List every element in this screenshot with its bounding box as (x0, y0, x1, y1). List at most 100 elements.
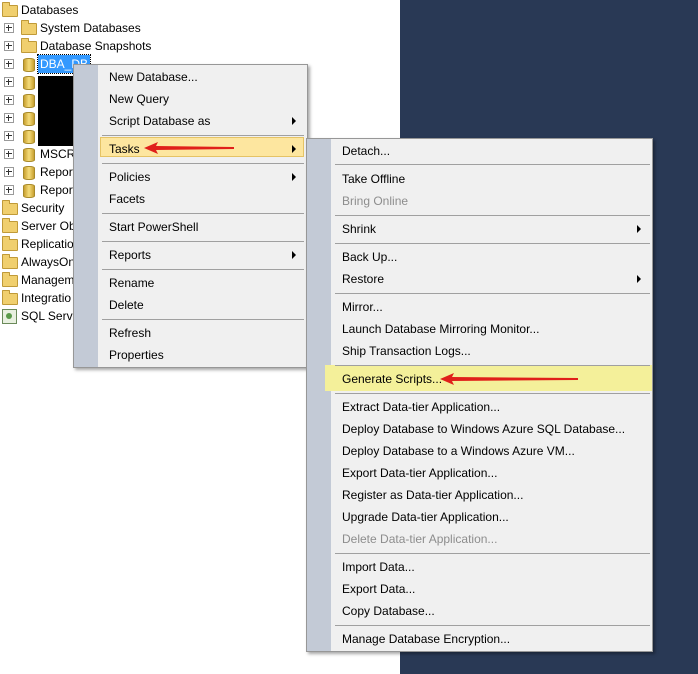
database-icon (23, 76, 35, 90)
menu-item-rename[interactable]: Rename (109, 273, 299, 293)
folder-icon (2, 290, 18, 305)
submenu-arrow-icon (292, 145, 296, 153)
menu-label: Facets (109, 192, 146, 206)
submenu-arrow-icon (637, 225, 641, 233)
menu-item-restore[interactable]: Restore (342, 269, 642, 289)
folder-icon (2, 2, 18, 17)
expand-icon[interactable] (4, 23, 14, 33)
menu-item-delete-data-tier: Delete Data-tier Application... (342, 529, 642, 549)
expand-icon[interactable] (4, 185, 14, 195)
tree-label: System Databases (40, 21, 141, 35)
menu-item-export-data[interactable]: Export Data... (342, 579, 642, 599)
expand-icon[interactable] (4, 41, 14, 51)
expand-icon[interactable] (4, 167, 14, 177)
menu-item-copy-database[interactable]: Copy Database... (342, 601, 642, 621)
menu-separator (335, 393, 650, 394)
tree-label: Databases (21, 3, 79, 17)
folder-icon (2, 236, 18, 251)
tree-label: Report (40, 165, 77, 179)
menu-item-properties[interactable]: Properties (109, 345, 299, 365)
menu-item-back-up[interactable]: Back Up... (342, 247, 642, 267)
menu-item-import-data[interactable]: Import Data... (342, 557, 642, 577)
menu-label: Extract Data-tier Application... (342, 400, 501, 414)
menu-label: Shrink (342, 222, 377, 236)
menu-item-new-query[interactable]: New Query (109, 89, 299, 109)
redacted-block (38, 76, 78, 146)
menu-label: Manage Database Encryption... (342, 632, 511, 646)
menu-item-detach[interactable]: Detach... (342, 141, 642, 161)
expand-icon[interactable] (4, 131, 14, 141)
menu-label: Refresh (109, 326, 152, 340)
menu-separator (335, 215, 650, 216)
menu-label: Back Up... (342, 250, 398, 264)
database-icon (23, 94, 35, 108)
menu-separator (102, 319, 304, 320)
menu-label: Deploy Database to Windows Azure SQL Dat… (342, 422, 626, 436)
menu-label: Import Data... (342, 560, 415, 574)
folder-icon (21, 38, 37, 53)
tree-label: AlwaysOn (21, 255, 76, 269)
menu-gutter (74, 65, 98, 367)
menu-item-new-database[interactable]: New Database... (109, 67, 299, 87)
menu-item-launch-mirroring-monitor[interactable]: Launch Database Mirroring Monitor... (342, 319, 642, 339)
tree-label: Integratio (21, 291, 72, 305)
menu-item-register-data-tier[interactable]: Register as Data-tier Application... (342, 485, 642, 505)
menu-label: Register as Data-tier Application... (342, 488, 524, 502)
menu-label: Take Offline (342, 172, 406, 186)
database-icon (23, 148, 35, 162)
menu-separator (335, 164, 650, 165)
tree-label: Server Obj (21, 219, 79, 233)
menu-item-take-offline[interactable]: Take Offline (342, 169, 642, 189)
menu-label: Delete (109, 298, 144, 312)
expand-icon[interactable] (4, 149, 14, 159)
menu-label: Delete Data-tier Application... (342, 532, 498, 546)
menu-label: Rename (109, 276, 155, 290)
menu-label: Detach... (342, 144, 391, 158)
folder-icon (2, 218, 18, 233)
menu-item-bring-online: Bring Online (342, 191, 642, 211)
tasks-submenu: Detach... Take Offline Bring Online Shri… (306, 138, 653, 652)
menu-gutter (307, 139, 331, 651)
menu-separator (335, 243, 650, 244)
folder-icon (2, 254, 18, 269)
menu-separator (102, 135, 304, 136)
menu-item-deploy-azure-vm[interactable]: Deploy Database to a Windows Azure VM... (342, 441, 642, 461)
menu-separator (102, 163, 304, 164)
menu-label: Copy Database... (342, 604, 435, 618)
submenu-arrow-icon (292, 117, 296, 125)
menu-item-extract-data-tier[interactable]: Extract Data-tier Application... (342, 397, 642, 417)
menu-separator (335, 625, 650, 626)
menu-item-facets[interactable]: Facets (109, 189, 299, 209)
menu-item-ship-transaction-logs[interactable]: Ship Transaction Logs... (342, 341, 642, 361)
annotation-arrow-icon (144, 142, 234, 154)
tree-label: MSCR (40, 147, 76, 161)
menu-label: Export Data... (342, 582, 416, 596)
menu-item-reports[interactable]: Reports (109, 245, 299, 265)
menu-item-mirror[interactable]: Mirror... (342, 297, 642, 317)
menu-label: Deploy Database to a Windows Azure VM... (342, 444, 575, 458)
database-icon (23, 130, 35, 144)
menu-item-start-powershell[interactable]: Start PowerShell (109, 217, 299, 237)
menu-label: Launch Database Mirroring Monitor... (342, 322, 540, 336)
menu-separator (102, 213, 304, 214)
menu-label: Upgrade Data-tier Application... (342, 510, 509, 524)
folder-icon (2, 200, 18, 215)
folder-icon (21, 20, 37, 35)
expand-icon[interactable] (4, 77, 14, 87)
menu-item-export-data-tier[interactable]: Export Data-tier Application... (342, 463, 642, 483)
menu-item-refresh[interactable]: Refresh (109, 323, 299, 343)
menu-item-manage-encryption[interactable]: Manage Database Encryption... (342, 629, 642, 649)
menu-item-delete[interactable]: Delete (109, 295, 299, 315)
sql-agent-icon (2, 309, 17, 324)
expand-icon[interactable] (4, 59, 14, 69)
menu-item-deploy-azure-sql[interactable]: Deploy Database to Windows Azure SQL Dat… (342, 419, 642, 439)
menu-separator (102, 241, 304, 242)
menu-label: Ship Transaction Logs... (342, 344, 471, 358)
annotation-arrow-icon (440, 373, 578, 385)
menu-item-upgrade-data-tier[interactable]: Upgrade Data-tier Application... (342, 507, 642, 527)
expand-icon[interactable] (4, 95, 14, 105)
menu-item-script-database-as[interactable]: Script Database as (109, 111, 299, 131)
expand-icon[interactable] (4, 113, 14, 123)
menu-item-shrink[interactable]: Shrink (342, 219, 642, 239)
menu-item-policies[interactable]: Policies (109, 167, 299, 187)
